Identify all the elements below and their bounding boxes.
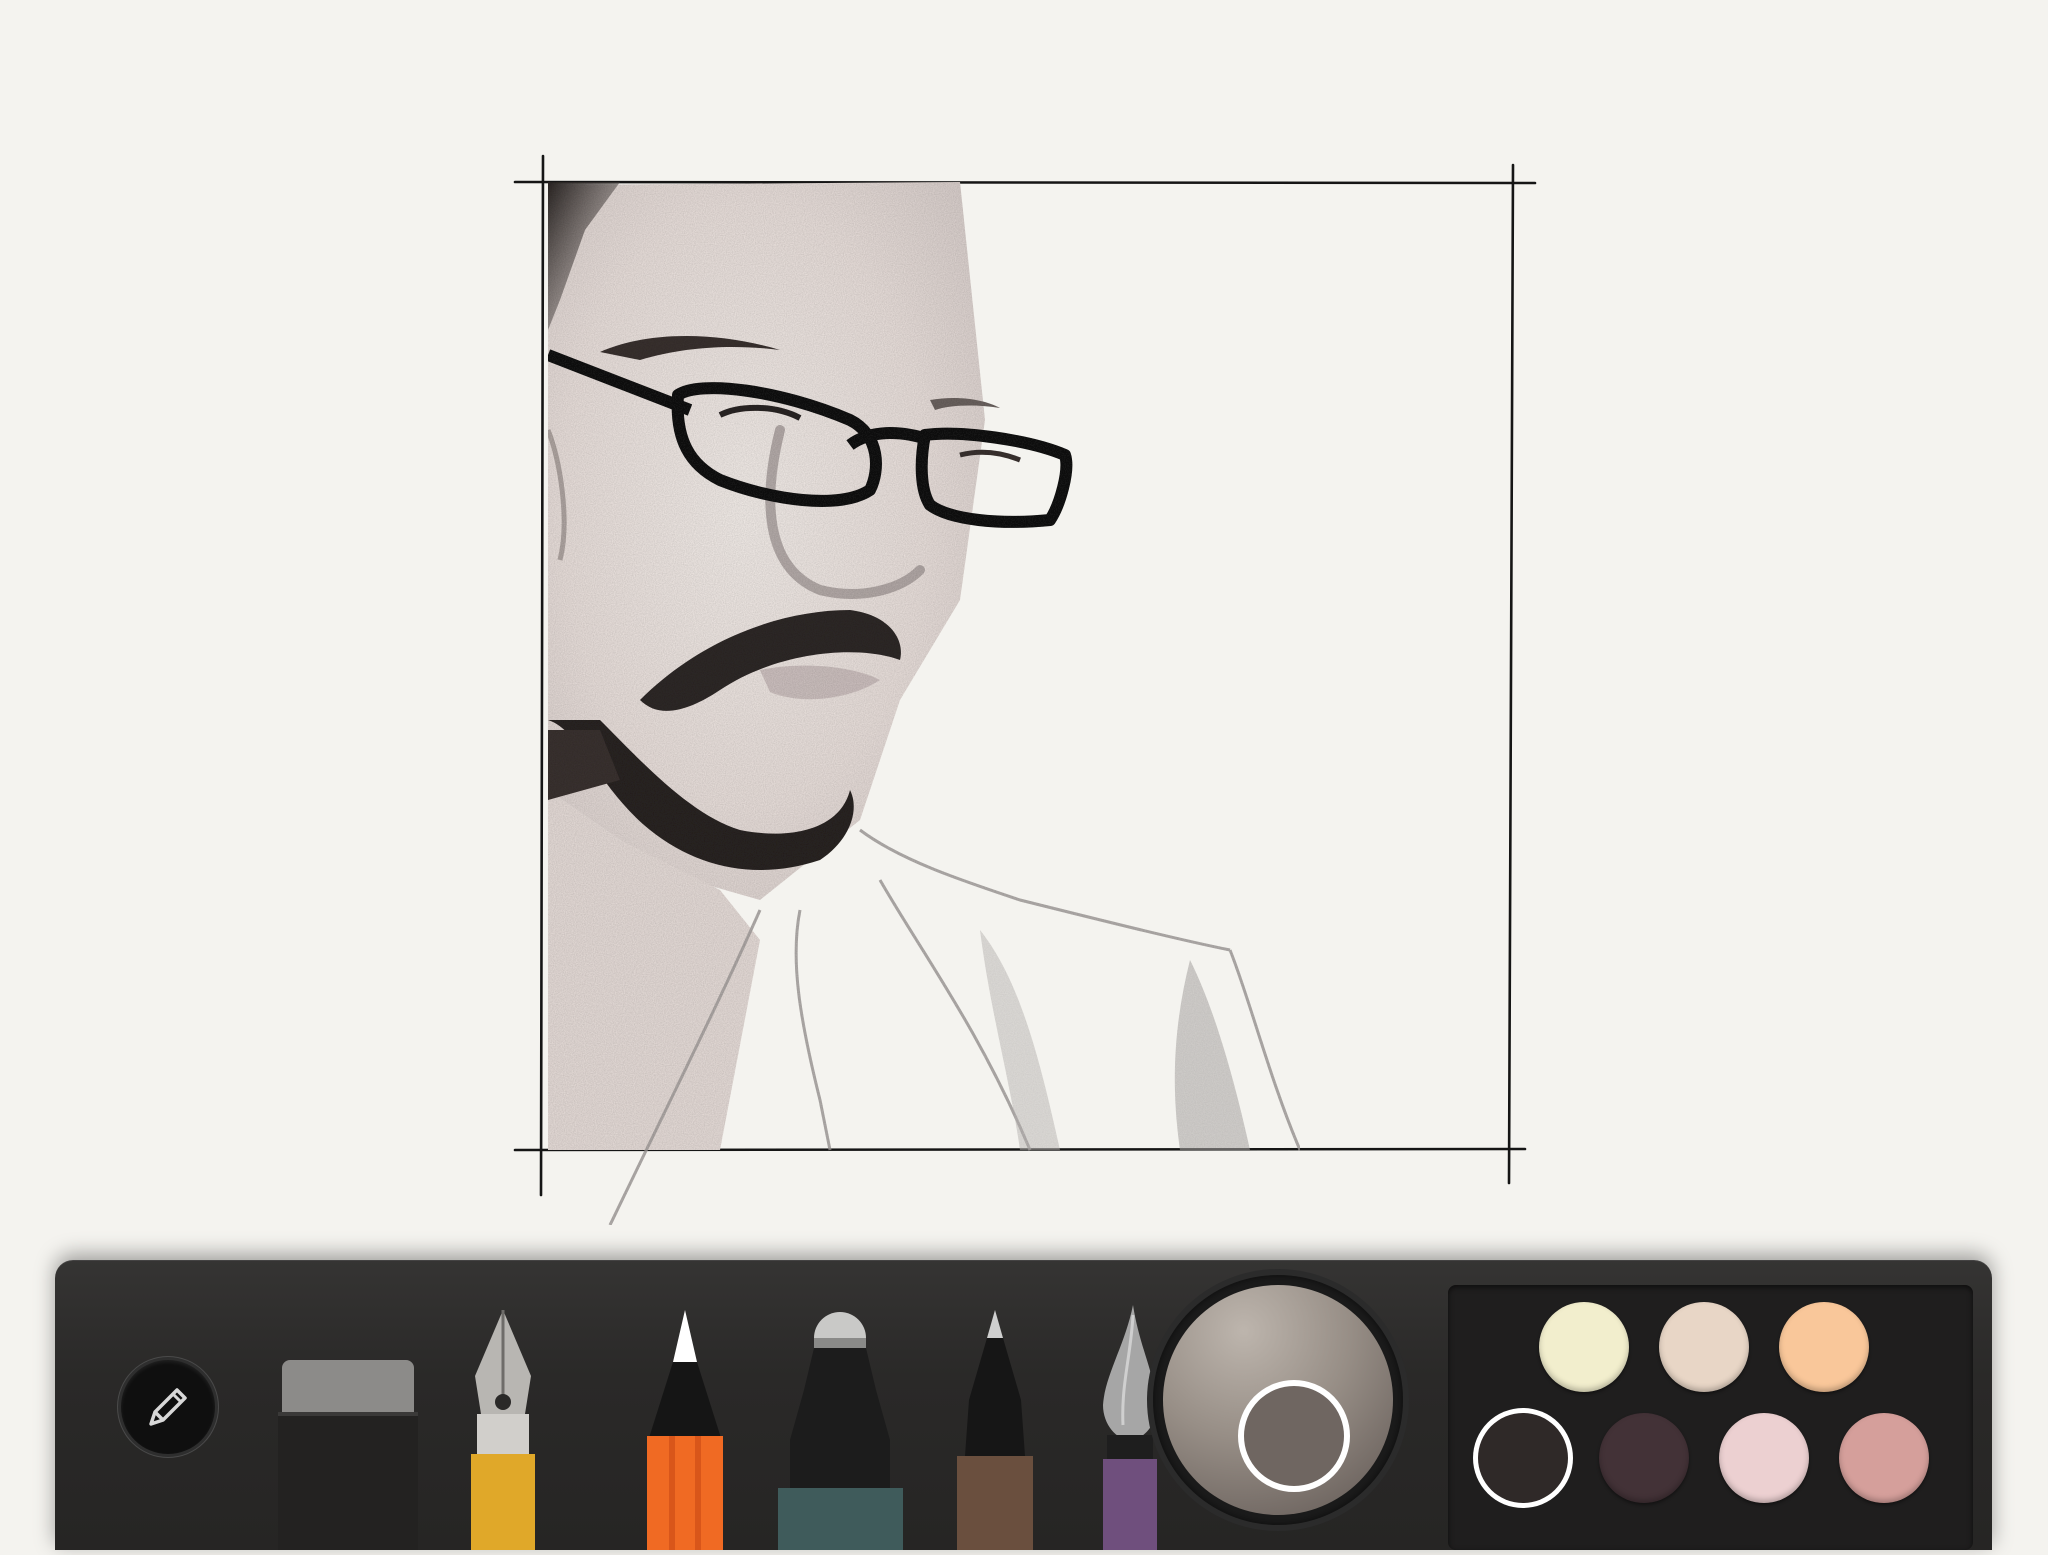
palette-swatch-7[interactable] bbox=[1839, 1413, 1929, 1503]
palette-swatch-5[interactable] bbox=[1599, 1413, 1689, 1503]
tool-tray bbox=[55, 1260, 1992, 1555]
portrait-sketch bbox=[545, 182, 1302, 1226]
eraser-icon bbox=[278, 1360, 418, 1552]
pencil-tool[interactable] bbox=[645, 1310, 725, 1555]
fine-pen-icon bbox=[957, 1310, 1033, 1555]
fountain-pen-tool[interactable] bbox=[467, 1310, 539, 1554]
fountain-pen-icon bbox=[471, 1310, 535, 1554]
drawing-canvas[interactable] bbox=[0, 0, 2048, 1240]
color-palette bbox=[1448, 1285, 1973, 1550]
drawing-mode-button[interactable] bbox=[121, 1360, 215, 1454]
palette-swatch-6[interactable] bbox=[1719, 1413, 1809, 1503]
palette-swatch-1[interactable] bbox=[1539, 1302, 1629, 1392]
brush-tool[interactable] bbox=[1095, 1305, 1165, 1555]
palette-swatch-3[interactable] bbox=[1779, 1302, 1869, 1392]
pencil-icon bbox=[149, 1388, 187, 1426]
current-color-swatch[interactable] bbox=[1238, 1380, 1350, 1492]
pencil-tool-icon bbox=[647, 1310, 723, 1555]
fine-pen-tool[interactable] bbox=[955, 1310, 1035, 1555]
palette-swatch-2[interactable] bbox=[1659, 1302, 1749, 1392]
brush-icon bbox=[1103, 1305, 1157, 1555]
palette-swatch-4[interactable] bbox=[1478, 1413, 1568, 1503]
sketch-artwork bbox=[513, 154, 1537, 1226]
eraser-tool[interactable] bbox=[278, 1360, 418, 1552]
marker-tool[interactable] bbox=[778, 1310, 903, 1555]
color-mixer[interactable] bbox=[1153, 1275, 1403, 1525]
marker-icon bbox=[778, 1312, 903, 1555]
